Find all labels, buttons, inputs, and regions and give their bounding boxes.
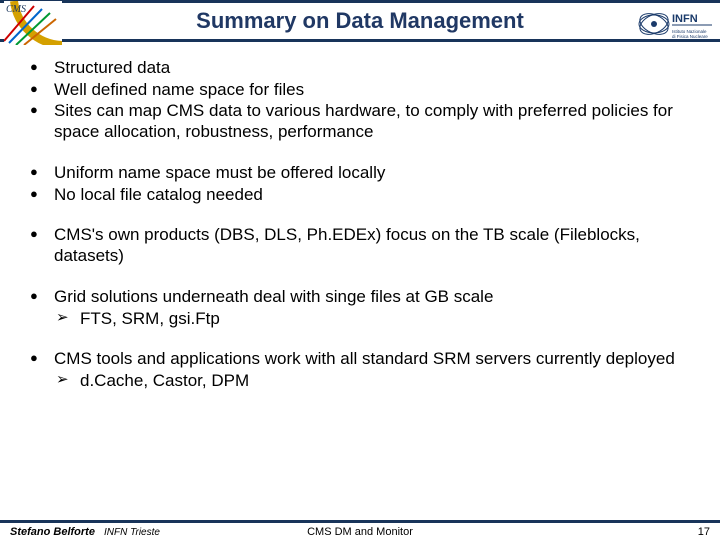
- bullet-item: CMS tools and applications work with all…: [14, 349, 706, 370]
- bullet-item: Structured data: [14, 58, 706, 79]
- bullet-text: Structured data: [54, 58, 170, 77]
- header-bar: CMS Summary on Data Management INFN Isti…: [0, 0, 720, 42]
- sub-bullet-item: FTS, SRM, gsi.Ftp: [14, 309, 706, 330]
- bullet-text: No local file catalog needed: [54, 185, 263, 204]
- svg-text:di Fisica Nucleare: di Fisica Nucleare: [672, 34, 708, 39]
- slide-title: Summary on Data Management: [196, 8, 524, 34]
- bullet-text: d.Cache, Castor, DPM: [80, 371, 249, 390]
- svg-text:CMS: CMS: [6, 4, 26, 15]
- sub-bullet-item: d.Cache, Castor, DPM: [14, 371, 706, 392]
- page-number: 17: [698, 526, 710, 538]
- bullet-text: FTS, SRM, gsi.Ftp: [80, 309, 220, 328]
- bullet-text: CMS tools and applications work with all…: [54, 349, 675, 368]
- bullet-group: CMS tools and applications work with all…: [14, 349, 706, 391]
- bullet-text: Well defined name space for files: [54, 80, 304, 99]
- cms-logo: CMS: [4, 1, 62, 45]
- svg-text:INFN: INFN: [672, 13, 698, 25]
- footer-affiliation: INFN Trieste: [98, 527, 160, 538]
- bullet-group: CMS's own products (DBS, DLS, Ph.EDEx) f…: [14, 225, 706, 266]
- bullet-text: CMS's own products (DBS, DLS, Ph.EDEx) f…: [54, 225, 640, 265]
- infn-logo: INFN Istituto Nazionale di Fisica Nuclea…: [636, 4, 714, 44]
- footer-author: Stefano Belforte: [10, 526, 95, 538]
- bullet-text: Sites can map CMS data to various hardwa…: [54, 101, 673, 141]
- footer-bar: Stefano Belforte INFN Trieste CMS DM and…: [0, 520, 720, 540]
- bullet-item: Well defined name space for files: [14, 80, 706, 101]
- slide: CMS Summary on Data Management INFN Isti…: [0, 0, 720, 540]
- bullet-text: Grid solutions underneath deal with sing…: [54, 287, 493, 306]
- footer-left: Stefano Belforte INFN Trieste: [0, 526, 160, 538]
- bullet-item: No local file catalog needed: [14, 185, 706, 206]
- bullet-group: Grid solutions underneath deal with sing…: [14, 287, 706, 329]
- bullet-group: Uniform name space must be offered local…: [14, 163, 706, 205]
- bullet-item: Sites can map CMS data to various hardwa…: [14, 101, 706, 142]
- bullet-group: Structured data Well defined name space …: [14, 58, 706, 143]
- content-area: Structured data Well defined name space …: [0, 42, 720, 392]
- bullet-text: Uniform name space must be offered local…: [54, 163, 385, 182]
- bullet-item: Grid solutions underneath deal with sing…: [14, 287, 706, 308]
- bullet-item: CMS's own products (DBS, DLS, Ph.EDEx) f…: [14, 225, 706, 266]
- bullet-item: Uniform name space must be offered local…: [14, 163, 706, 184]
